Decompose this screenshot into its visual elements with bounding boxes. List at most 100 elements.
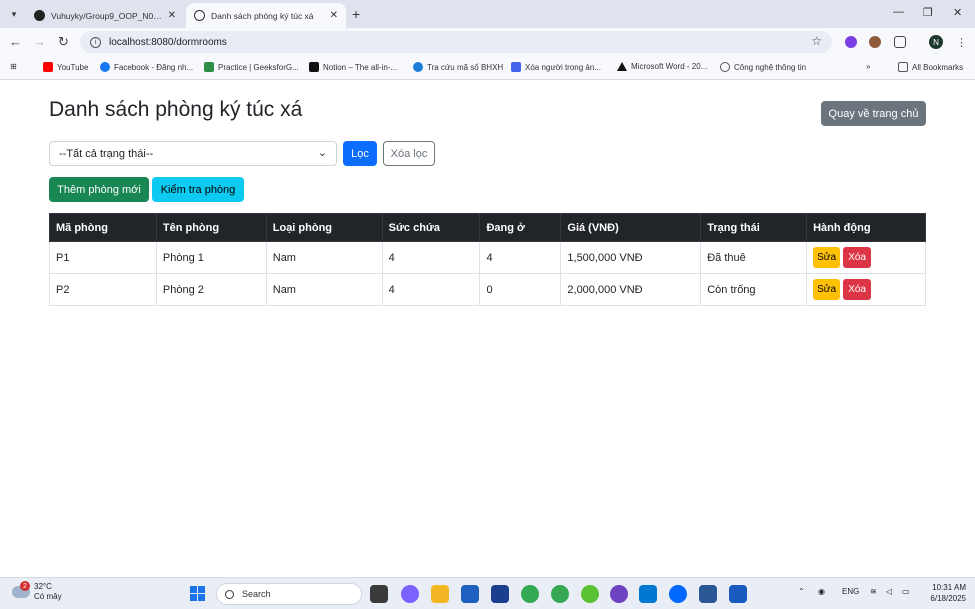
app-l-icon[interactable] xyxy=(491,585,509,603)
bookmark-word[interactable]: Microsoft Word - 20... xyxy=(617,62,707,71)
apps-grid-icon[interactable]: ⊞ xyxy=(10,62,17,71)
more-bookmarks-icon[interactable]: » xyxy=(866,62,870,71)
cell-occupied: 0 xyxy=(479,273,562,306)
check-room-button[interactable]: Kiểm tra phòng xyxy=(152,177,244,202)
extensions-puzzle-icon[interactable] xyxy=(894,36,906,48)
tab-dormrooms[interactable]: Danh sách phòng ký túc xá ✕ xyxy=(186,3,346,28)
tab-search-icon[interactable]: ▾ xyxy=(6,6,22,22)
windows-start-icon[interactable] xyxy=(190,586,205,601)
triangle-icon xyxy=(617,62,627,71)
bookmark-facebook[interactable]: Facebook - Đăng nh... xyxy=(100,62,193,72)
language-indicator[interactable]: ENG xyxy=(842,587,859,596)
minimize-icon[interactable]: — xyxy=(893,6,904,18)
volume-icon[interactable]: ◁ xyxy=(886,587,892,596)
system-clock[interactable]: 10:31 AM 6/18/2025 xyxy=(922,582,966,604)
close-window-icon[interactable]: ✕ xyxy=(953,6,962,19)
header-status: Trạng thái xyxy=(700,213,808,242)
geeksforgeeks-icon xyxy=(204,62,214,72)
cell-price: 2,000,000 VNĐ xyxy=(560,273,702,306)
taskbar-search[interactable]: Search xyxy=(216,583,362,605)
delete-button[interactable]: Xóa xyxy=(843,247,872,268)
home-button[interactable]: Quay về trang chủ xyxy=(821,101,926,126)
delete-button[interactable]: Xóa xyxy=(843,279,872,300)
back-icon[interactable]: ← xyxy=(9,35,22,48)
table-row: P1 Phòng 1 Nam 4 4 1,500,000 VNĐ Đã thuê… xyxy=(49,241,926,274)
store-icon[interactable] xyxy=(461,585,479,603)
word-icon[interactable] xyxy=(729,585,747,603)
copilot-icon[interactable] xyxy=(401,585,419,603)
chrome-profile-icon[interactable] xyxy=(551,585,569,603)
cell-room-type: Nam xyxy=(265,273,383,306)
cell-actions: Sửa Xóa xyxy=(806,273,926,306)
bookmark-youtube[interactable]: YouTube xyxy=(43,62,88,72)
cell-actions: Sửa Xóa xyxy=(806,241,926,274)
battery-icon[interactable]: ▭ xyxy=(902,587,910,596)
bookmark-geeksforgeeks[interactable]: Practice | GeeksforG... xyxy=(204,62,299,72)
profile-avatar[interactable]: N xyxy=(929,35,943,49)
visual-studio-icon[interactable] xyxy=(699,585,717,603)
restore-icon[interactable]: ❐ xyxy=(923,6,933,19)
new-tab-icon[interactable]: + xyxy=(352,6,360,22)
edit-button[interactable]: Sửa xyxy=(813,279,841,300)
cell-room-type: Nam xyxy=(265,241,383,274)
app-green-icon[interactable] xyxy=(581,585,599,603)
taskview-icon[interactable] xyxy=(370,585,388,603)
reload-icon[interactable]: ↻ xyxy=(58,35,69,48)
cell-capacity: 4 xyxy=(381,273,481,306)
table-row: P2 Phòng 2 Nam 4 0 2,000,000 VNĐ Còn trố… xyxy=(49,273,926,306)
security-icon[interactable]: ◉ xyxy=(818,587,825,596)
status-filter-select[interactable]: --Tất cả trạng thái-- ⌄ xyxy=(49,141,337,166)
header-room-id: Mã phòng xyxy=(49,213,157,242)
header-actions: Hành động xyxy=(806,213,926,242)
bookmark-notion[interactable]: Notion – The all-in-... xyxy=(309,62,397,72)
all-bookmarks[interactable]: All Bookmarks xyxy=(898,62,963,72)
browser-menu-icon[interactable]: ⋮ xyxy=(956,36,967,49)
chevron-down-icon: ⌄ xyxy=(317,147,327,159)
browser-tab-strip: ▾ Vuhuyky/Group9_OOP_N02_ter ✕ Danh sách… xyxy=(0,0,975,28)
close-tab-icon[interactable]: ✕ xyxy=(168,10,176,21)
github-desktop-icon[interactable] xyxy=(610,585,628,603)
close-tab-icon[interactable]: ✕ xyxy=(330,10,338,21)
tab-title: Danh sách phòng ký túc xá xyxy=(211,10,314,21)
weather-desc: Có mây xyxy=(34,592,62,601)
cell-room-id: P2 xyxy=(49,273,157,306)
url-text: localhost:8080/dormrooms xyxy=(109,36,227,48)
cell-room-name: Phòng 1 xyxy=(155,241,267,274)
cell-room-id: P1 xyxy=(49,241,157,274)
file-explorer-icon[interactable] xyxy=(431,585,449,603)
youtube-icon xyxy=(43,62,53,72)
zalo-icon[interactable] xyxy=(669,585,687,603)
loading-circle-icon xyxy=(720,62,730,72)
globe-icon xyxy=(413,62,423,72)
clock-date: 6/18/2025 xyxy=(930,594,966,603)
clear-filter-button[interactable]: Xóa lọc xyxy=(383,141,435,166)
add-room-button[interactable]: Thêm phòng mới xyxy=(49,177,149,202)
bookmark-it[interactable]: Công nghệ thông tin xyxy=(720,62,806,72)
filter-button[interactable]: Lọc xyxy=(343,141,377,166)
cookie-extension-icon[interactable] xyxy=(869,36,881,48)
chrome-icon[interactable] xyxy=(521,585,539,603)
tab-github[interactable]: Vuhuyky/Group9_OOP_N02_ter ✕ xyxy=(26,3,184,28)
cell-status: Đã thuê xyxy=(700,241,808,274)
header-room-name: Tên phòng xyxy=(155,213,267,242)
shield-extension-icon[interactable] xyxy=(845,36,857,48)
cloud-icon: 2 xyxy=(12,581,30,598)
photo-edit-icon xyxy=(511,62,521,72)
vscode-icon[interactable] xyxy=(639,585,657,603)
edit-button[interactable]: Sửa xyxy=(813,247,841,268)
forward-icon[interactable]: → xyxy=(33,35,46,48)
chevron-up-icon[interactable]: ⌃ xyxy=(798,587,805,596)
browser-toolbar: ← → ↻ i localhost:8080/dormrooms ☆ xyxy=(0,28,975,56)
header-capacity: Sức chứa xyxy=(381,213,481,242)
site-info-icon[interactable]: i xyxy=(90,36,101,48)
cell-status: Còn trống xyxy=(700,273,808,306)
weather-widget[interactable]: 2 32°C Có mây xyxy=(12,581,62,602)
bookmark-bhxh[interactable]: Tra cứu mã số BHXH xyxy=(413,62,503,72)
bookmark-star-icon[interactable]: ☆ xyxy=(811,34,822,48)
address-bar[interactable]: i localhost:8080/dormrooms ☆ xyxy=(80,31,832,53)
search-icon xyxy=(225,589,234,599)
wifi-icon[interactable]: ≋ xyxy=(870,587,877,596)
table-header-row: Mã phòng Tên phòng Loại phòng Sức chứa Đ… xyxy=(49,213,926,242)
cell-occupied: 4 xyxy=(479,241,562,274)
bookmark-remove-person[interactable]: Xóa người trong ản... xyxy=(511,62,601,72)
